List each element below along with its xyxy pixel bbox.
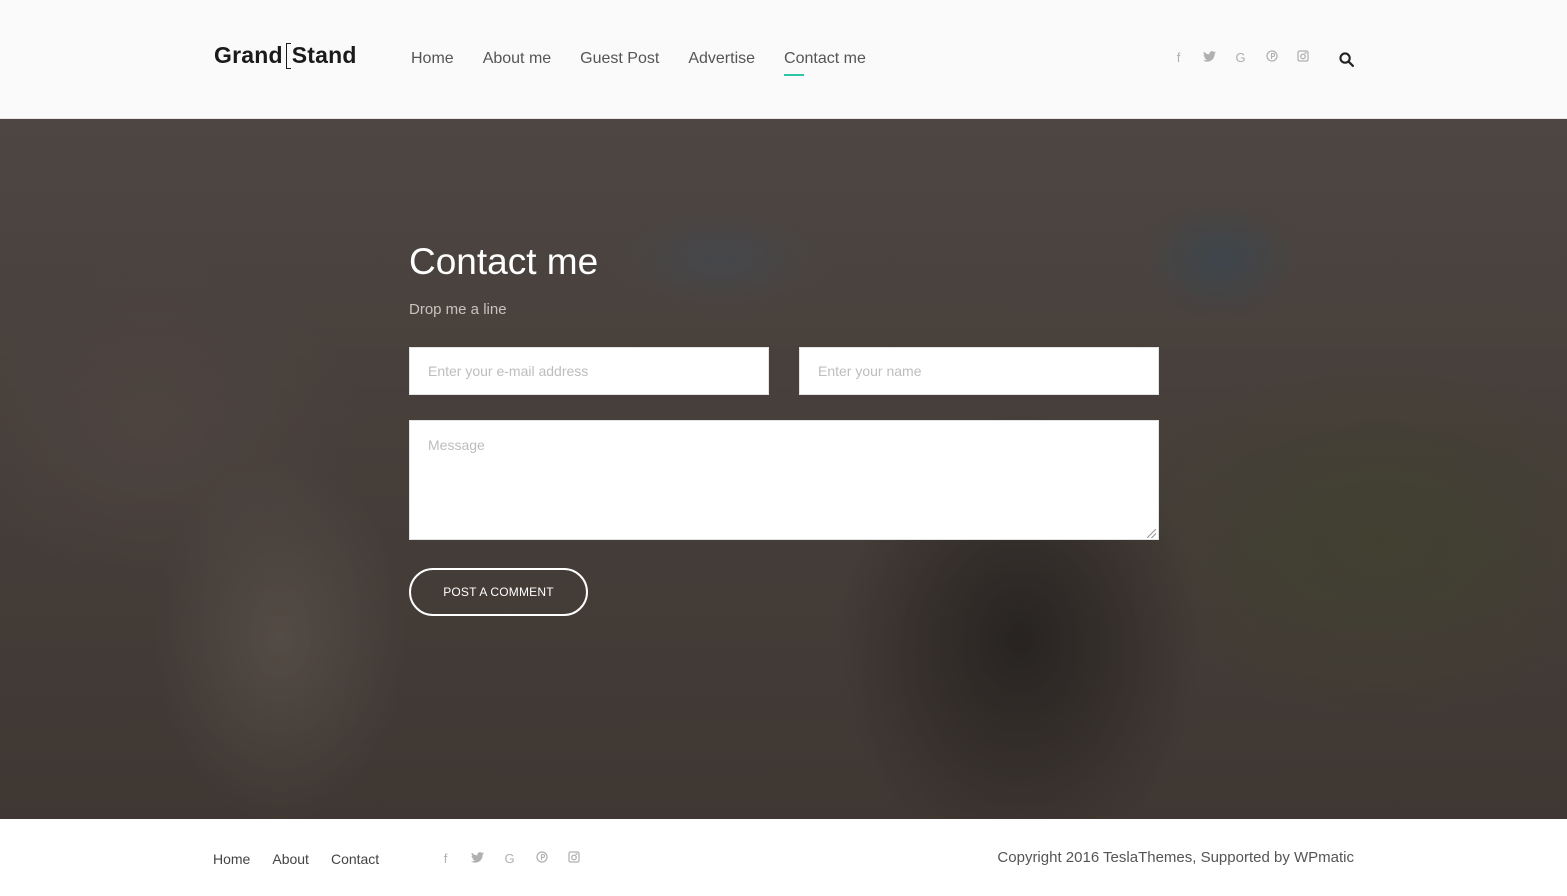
twitter-icon[interactable] <box>1201 50 1218 65</box>
pinterest-icon[interactable] <box>533 851 550 866</box>
logo-bracket-mark <box>285 42 291 69</box>
nav-item-about-me[interactable]: About me <box>483 50 551 76</box>
footer-link-contact[interactable]: Contact <box>331 851 379 867</box>
twitter-icon[interactable] <box>469 851 486 866</box>
nav-item-advertise[interactable]: Advertise <box>688 50 755 76</box>
site-header: Grand Stand Home About me Guest Post Adv… <box>0 0 1567 119</box>
search-icon[interactable] <box>1338 51 1355 68</box>
nav-item-guest-post[interactable]: Guest Post <box>580 50 659 76</box>
site-logo[interactable]: Grand Stand <box>214 42 357 69</box>
header-social-links: f G <box>1170 50 1311 65</box>
textarea-resize-handle[interactable] <box>1147 529 1156 538</box>
footer-social-links: f G <box>437 851 582 866</box>
footer-link-about[interactable]: About <box>272 851 309 867</box>
footer-nav: Home About Contact <box>213 851 379 867</box>
logo-text-grand: Grand <box>214 42 283 68</box>
message-field[interactable] <box>409 420 1159 540</box>
pinterest-icon[interactable] <box>1263 50 1280 65</box>
copyright-text: Copyright 2016 TeslaThemes, Supported by… <box>997 849 1354 866</box>
main-nav: Home About me Guest Post Advertise Conta… <box>411 50 866 76</box>
facebook-icon[interactable]: f <box>1170 50 1187 65</box>
logo-text-stand: Stand <box>291 42 357 68</box>
facebook-icon[interactable]: f <box>437 851 454 866</box>
nav-item-home[interactable]: Home <box>411 50 454 76</box>
email-field[interactable] <box>409 347 769 395</box>
contact-hero: Contact me Drop me a line POST A COMMENT <box>0 119 1567 819</box>
footer-link-home[interactable]: Home <box>213 851 250 867</box>
site-footer: Home About Contact f G Copyright 2016 Te… <box>0 819 1567 896</box>
post-comment-button[interactable]: POST A COMMENT <box>409 568 588 616</box>
name-field[interactable] <box>799 347 1159 395</box>
google-icon[interactable]: G <box>1232 50 1249 65</box>
instagram-icon[interactable] <box>1294 50 1311 65</box>
page-title: Contact me <box>409 241 599 282</box>
nav-item-contact-me[interactable]: Contact me <box>784 50 866 76</box>
page-subtitle: Drop me a line <box>409 301 507 318</box>
google-icon[interactable]: G <box>501 851 518 866</box>
instagram-icon[interactable] <box>565 851 582 866</box>
